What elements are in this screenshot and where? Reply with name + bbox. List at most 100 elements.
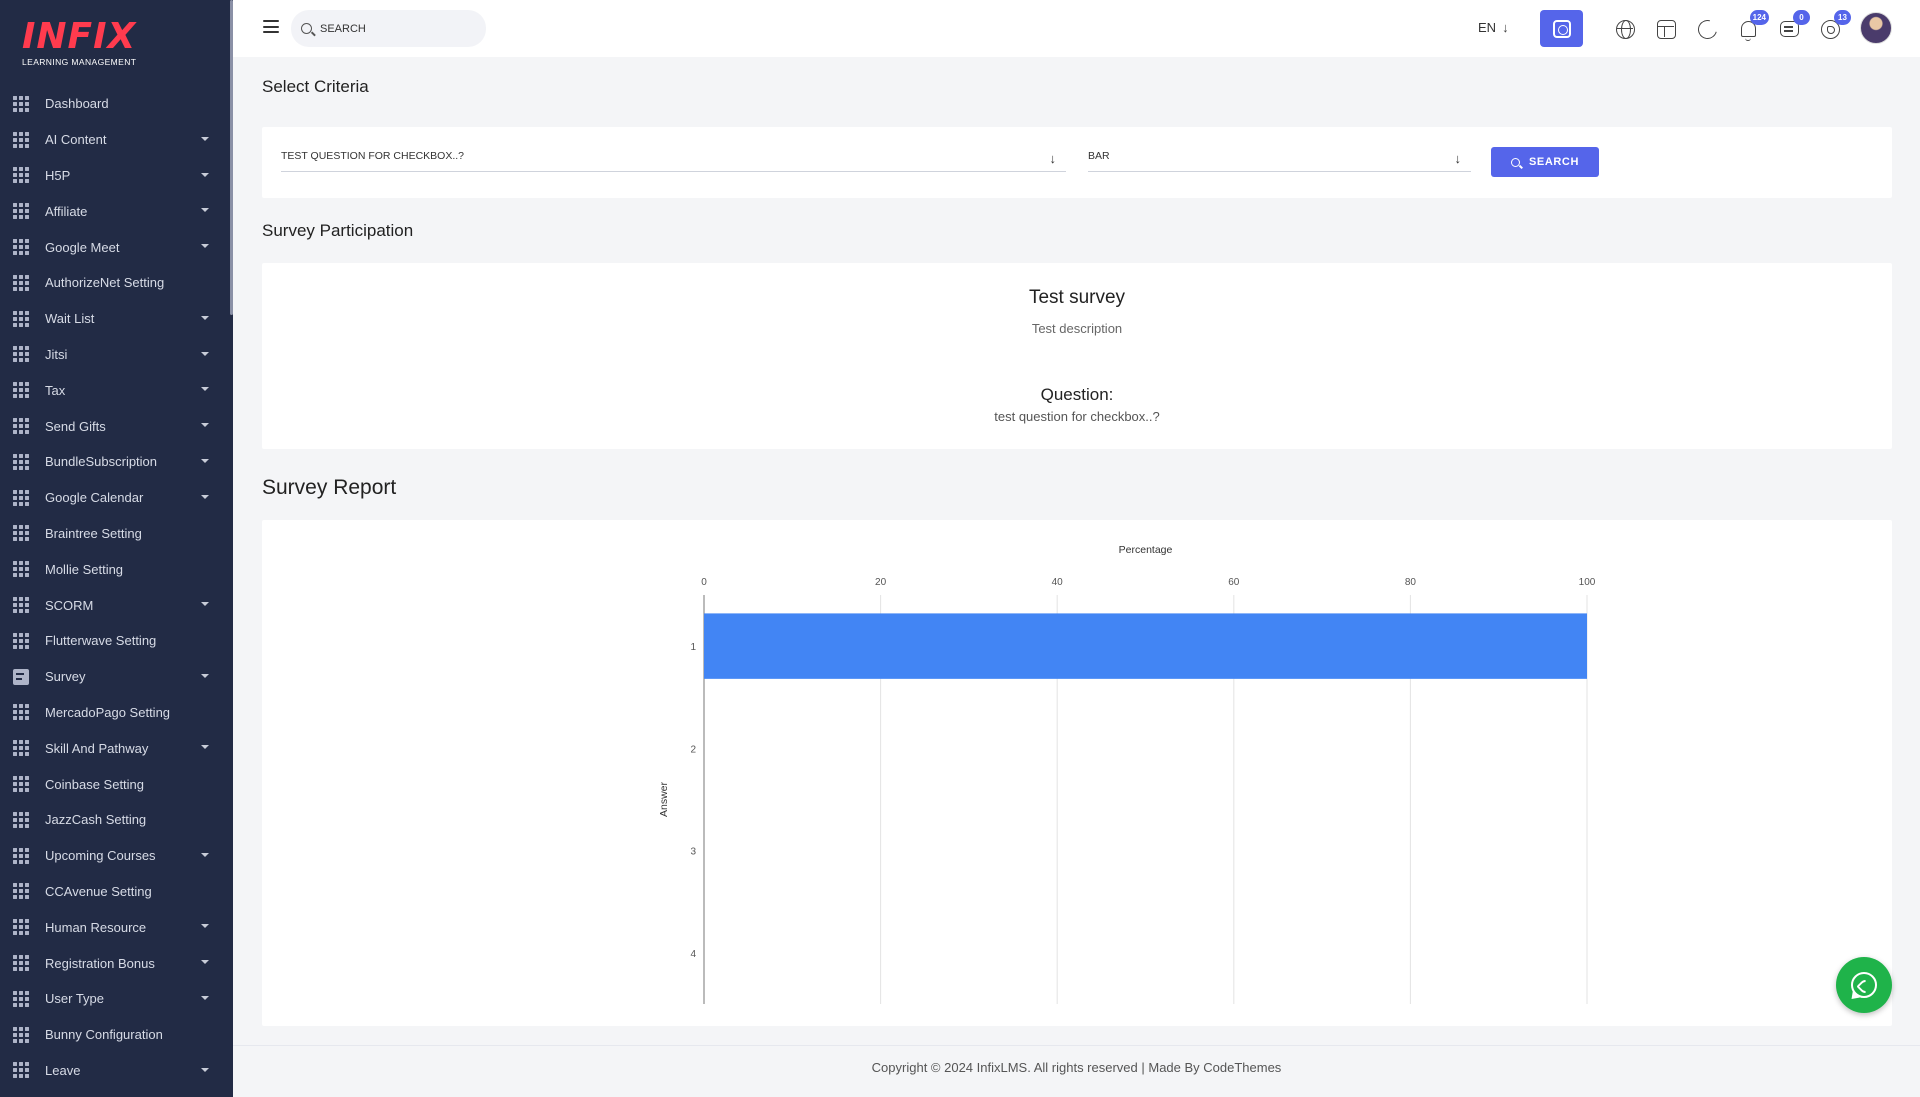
caret-down-icon[interactable] [201, 494, 209, 499]
grid-icon [13, 1026, 31, 1043]
avatar[interactable] [1860, 12, 1892, 44]
layout-button[interactable] [1653, 16, 1679, 42]
sidebar-item-label: Tax [45, 382, 66, 398]
sidebar-item-human-resource[interactable]: Human Resource [0, 909, 230, 945]
search-button[interactable]: SEARCH [1491, 147, 1599, 177]
whatsapp-icon [1851, 972, 1877, 998]
language-selector[interactable]: EN ↓ [1478, 20, 1509, 35]
sidebar-item-send-gifts[interactable]: Send Gifts [0, 408, 230, 444]
sidebar-item-skill-and-pathway[interactable]: Skill And Pathway [0, 730, 230, 766]
caret-down-icon[interactable] [201, 745, 209, 750]
grid-icon [13, 597, 31, 614]
sidebar-item-google-meet[interactable]: Google Meet [0, 229, 230, 265]
sidebar-item-google-calendar[interactable]: Google Calendar [0, 480, 230, 516]
chip-settings-button[interactable] [1540, 10, 1583, 47]
x-tick-label: 40 [1052, 577, 1064, 588]
sidebar-item-jazzcash-setting[interactable]: JazzCash Setting [0, 802, 230, 838]
caret-down-icon[interactable] [201, 423, 209, 428]
brand-logo[interactable]: INFIX LEARNING MANAGEMENT [22, 18, 142, 68]
caret-down-icon[interactable] [201, 351, 209, 356]
grid-icon [13, 489, 31, 506]
search-button-label: SEARCH [1528, 156, 1580, 168]
caret-down-icon[interactable] [201, 995, 209, 1000]
sidebar-item-mercadopago-setting[interactable]: MercadoPago Setting [0, 695, 230, 731]
chart-bar [704, 613, 1587, 679]
sidebar-item-leave[interactable]: Leave [0, 1053, 230, 1089]
caret-down-icon[interactable] [201, 852, 209, 857]
sidebar-item-label: Affiliate [45, 203, 88, 219]
arrow-down-icon: ↓ [1502, 20, 1509, 35]
sidebar-item-dashboard[interactable]: Dashboard [0, 86, 230, 122]
sidebar-item-label: BundleSubscription [45, 454, 158, 470]
globe-icon [1615, 19, 1635, 39]
y-tick-label: 3 [690, 847, 696, 858]
messages-button[interactable]: 0 [1776, 10, 1810, 42]
grid-icon [13, 883, 31, 900]
notifications-button[interactable]: 124 [1735, 10, 1769, 42]
grid-icon [13, 382, 31, 399]
grid-icon [13, 704, 31, 721]
sidebar-item-user-type[interactable]: User Type [0, 981, 230, 1017]
y-axis-label: Answer [658, 781, 670, 817]
grid-icon [13, 239, 31, 256]
y-tick-label: 2 [690, 744, 696, 755]
search-input[interactable] [320, 22, 470, 35]
sidebar-item-scorm[interactable]: SCORM [0, 587, 230, 623]
sidebar-item-braintree-setting[interactable]: Braintree Setting [0, 516, 230, 552]
menu-toggle-icon[interactable] [263, 20, 279, 33]
grid-icon [13, 1062, 31, 1079]
sidebar-item-mollie-setting[interactable]: Mollie Setting [0, 551, 230, 587]
y-tick-label: 1 [690, 642, 696, 653]
caret-down-icon[interactable] [201, 172, 209, 177]
language-label: EN [1478, 20, 1497, 35]
chart-type-select[interactable]: BAR ↓ [1088, 145, 1471, 172]
sidebar-item-label: H5P [45, 167, 71, 183]
sidebar-item-h5p[interactable]: H5P [0, 158, 230, 194]
header-search[interactable] [291, 10, 486, 47]
sidebar-item-label: Send Gifts [45, 418, 106, 434]
grid-icon [13, 990, 31, 1007]
caret-down-icon[interactable] [201, 208, 209, 213]
sidebar-item-label: Bunny Configuration [45, 1027, 163, 1043]
caret-down-icon[interactable] [201, 1067, 209, 1072]
sidebar-item-wait-list[interactable]: Wait List [0, 301, 230, 337]
sidebar-item-label: Human Resource [45, 919, 147, 935]
caret-down-icon[interactable] [201, 924, 209, 929]
whatsapp-float-button[interactable] [1836, 957, 1892, 1013]
caret-down-icon[interactable] [201, 387, 209, 392]
sidebar-item-survey[interactable]: Survey [0, 659, 230, 695]
sidebar-nav: Dashboard AI Content H5P Affiliate Google Me… [0, 86, 230, 1088]
y-tick-label: 4 [690, 949, 696, 960]
globe-button[interactable] [1612, 16, 1638, 42]
sidebar-item-flutterwave-setting[interactable]: Flutterwave Setting [0, 623, 230, 659]
sidebar-item-affiliate[interactable]: Affiliate [0, 193, 230, 229]
grid-icon [13, 847, 31, 864]
grid-icon [13, 95, 31, 112]
grid-icon [13, 310, 31, 327]
caret-down-icon[interactable] [201, 602, 209, 607]
sidebar-item-registration-bonus[interactable]: Registration Bonus [0, 945, 230, 981]
caret-down-icon[interactable] [201, 136, 209, 141]
sidebar-item-upcoming-courses[interactable]: Upcoming Courses [0, 838, 230, 874]
sidebar-item-ccavenue-setting[interactable]: CCAvenue Setting [0, 874, 230, 910]
footer-divider [233, 1045, 1920, 1046]
survey-bar-chart: 0 20 40 60 80 100 Percentage Answer 1 2 3 4 [658, 544, 1596, 1004]
dark-mode-button[interactable] [1694, 16, 1720, 42]
layout-icon [1656, 19, 1676, 39]
caret-down-icon[interactable] [201, 673, 209, 678]
whatsapp-header-button[interactable]: 13 [1817, 10, 1851, 42]
question-text: test question for checkbox..? [994, 409, 1160, 424]
sidebar-item-jitsi[interactable]: Jitsi [0, 337, 230, 373]
sidebar-item-tax[interactable]: Tax [0, 372, 230, 408]
sidebar-item-authorizenet-setting[interactable]: AuthorizeNet Setting [0, 265, 230, 301]
caret-down-icon[interactable] [201, 458, 209, 463]
sidebar-item-bunny-configuration[interactable]: Bunny Configuration [0, 1017, 230, 1053]
sidebar-item-bundlesubscription[interactable]: BundleSubscription [0, 444, 230, 480]
sidebar-item-coinbase-setting[interactable]: Coinbase Setting [0, 766, 230, 802]
caret-down-icon[interactable] [201, 315, 209, 320]
caret-down-icon[interactable] [201, 244, 209, 249]
caret-down-icon[interactable] [201, 960, 209, 965]
sidebar-item-label: Dashboard [45, 96, 109, 112]
question-select[interactable]: TEST QUESTION FOR CHECKBOX..? ↓ [281, 145, 1066, 172]
sidebar-item-ai-content[interactable]: AI Content [0, 122, 230, 158]
